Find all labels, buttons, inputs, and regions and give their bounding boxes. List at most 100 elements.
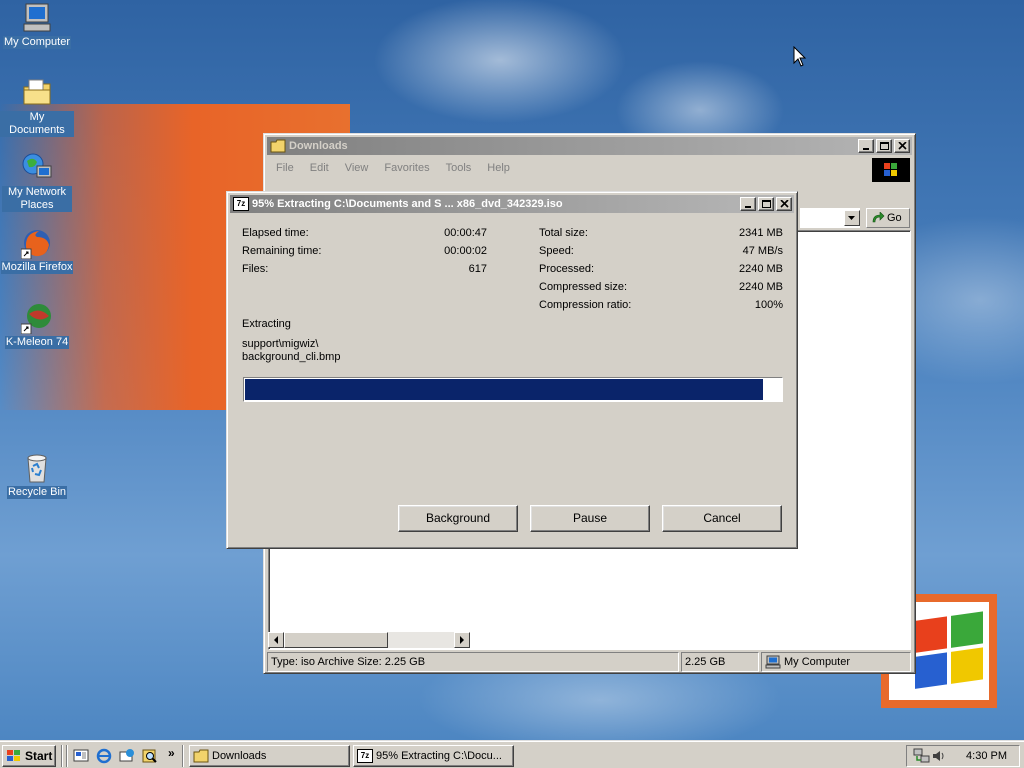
files-value: 617	[468, 263, 487, 275]
address-dropdown-button[interactable]	[844, 210, 860, 226]
taskbar-separator	[182, 745, 184, 767]
operation-label: Extracting	[242, 318, 291, 330]
compressed-size-value: 2240 MB	[738, 281, 783, 293]
speed-label: Speed:	[539, 245, 574, 257]
documents-folder-icon	[21, 77, 53, 109]
desktop-icon-my-network-places[interactable]: My Network Places	[0, 152, 74, 212]
scroll-thumb[interactable]	[284, 632, 388, 648]
compression-ratio-label: Compression ratio:	[539, 299, 632, 311]
scroll-right-icon	[460, 636, 464, 644]
desktop-icon-my-computer[interactable]: My Computer	[0, 2, 74, 49]
taskbar-separator	[61, 745, 63, 767]
my-computer-small-icon	[765, 655, 781, 669]
compression-ratio-value: 100%	[754, 299, 783, 311]
desktop-icon-label: My Computer	[2, 36, 72, 49]
dialog-titlebar[interactable]: 7z 95% Extracting C:\Documents and S ...…	[230, 195, 794, 213]
start-label: Start	[25, 749, 53, 763]
task-button-extracting[interactable]: 7z 95% Extracting C:\Docu...	[353, 745, 514, 767]
menu-view[interactable]: View	[345, 162, 369, 174]
processed-value: 2240 MB	[738, 263, 783, 275]
menu-tools[interactable]: Tools	[446, 162, 472, 174]
total-size-label: Total size:	[539, 227, 588, 239]
cancel-button[interactable]: Cancel	[662, 505, 782, 532]
desktop-icon-label: Recycle Bin	[6, 486, 68, 499]
folder-icon	[270, 139, 286, 153]
extract-progress-dialog[interactable]: 7z 95% Extracting C:\Documents and S ...…	[226, 191, 798, 549]
maximize-button[interactable]	[876, 139, 892, 153]
maximize-icon	[880, 142, 889, 150]
taskbar: Start » Downloads 7z 95% Extracting C:\D…	[0, 740, 1024, 768]
pause-button[interactable]: Pause	[530, 505, 650, 532]
status-size: 2.25 GB	[681, 652, 759, 672]
desktop-icon-label: Mozilla Firefox	[0, 261, 74, 274]
close-button[interactable]	[776, 197, 792, 211]
network-tray-icon[interactable]	[913, 748, 931, 764]
menu-file[interactable]: File	[276, 162, 294, 174]
files-label: Files:	[242, 263, 269, 275]
extraction-progress-bar	[243, 377, 783, 402]
outlook-express-icon[interactable]	[119, 748, 135, 764]
remaining-time-label: Remaining time:	[242, 245, 322, 257]
k-meleon-icon	[20, 302, 53, 335]
processed-label: Processed:	[539, 263, 595, 275]
status-zone: My Computer	[761, 652, 911, 672]
desktop-icon-mozilla-firefox[interactable]: Mozilla Firefox	[0, 227, 74, 274]
current-path: support\migwiz\	[242, 338, 319, 350]
minimize-button[interactable]	[740, 197, 756, 211]
scroll-left-button[interactable]	[268, 632, 284, 648]
desktop-icon-label: My Network Places	[2, 186, 72, 212]
desktop-icon-recycle-bin[interactable]: Recycle Bin	[0, 452, 74, 499]
search-icon[interactable]	[142, 748, 158, 764]
volume-tray-icon[interactable]	[932, 749, 946, 763]
status-type-size: Type: iso Archive Size: 2.25 GB	[267, 652, 679, 672]
current-file: background_cli.bmp	[242, 351, 341, 363]
minimize-icon	[863, 148, 869, 150]
menu-edit[interactable]: Edit	[310, 162, 329, 174]
maximize-button[interactable]	[758, 197, 774, 211]
progress-fill	[245, 379, 763, 400]
7zip-icon: 7z	[357, 749, 373, 763]
maximize-icon	[762, 200, 771, 208]
scroll-left-icon	[274, 636, 278, 644]
desktop-icon-my-documents[interactable]: My Documents	[0, 77, 74, 137]
go-arrow-icon	[872, 212, 885, 223]
clock[interactable]: 4:30 PM	[966, 750, 1007, 762]
minimize-icon	[745, 206, 751, 208]
window-title: Downloads	[289, 140, 348, 152]
start-button[interactable]: Start	[2, 745, 56, 767]
windows-flag-icon	[7, 750, 20, 761]
background-button[interactable]: Background	[398, 505, 518, 532]
quick-launch-more-button[interactable]: »	[168, 746, 175, 760]
explorer-titlebar[interactable]: Downloads	[267, 137, 912, 155]
menu-favorites[interactable]: Favorites	[384, 162, 429, 174]
minimize-button[interactable]	[858, 139, 874, 153]
dialog-title: 95% Extracting C:\Documents and S ... x8…	[252, 198, 563, 210]
system-tray: 4:30 PM	[906, 745, 1020, 767]
scroll-right-button[interactable]	[454, 632, 470, 648]
chevron-down-icon	[848, 216, 855, 220]
folder-icon	[193, 749, 209, 763]
show-desktop-icon[interactable]	[73, 748, 89, 764]
task-label: 95% Extracting C:\Docu...	[376, 750, 502, 762]
7zip-icon: 7z	[233, 197, 249, 211]
remaining-time-value: 00:00:02	[444, 245, 487, 257]
desktop-icon-k-meleon[interactable]: K-Meleon 74	[0, 302, 74, 349]
close-icon	[780, 200, 789, 208]
internet-explorer-icon[interactable]	[96, 748, 112, 764]
windows-flag-icon	[915, 611, 985, 691]
menu-help[interactable]: Help	[487, 162, 510, 174]
task-button-downloads[interactable]: Downloads	[189, 745, 350, 767]
go-label: Go	[887, 212, 902, 224]
status-bar: Type: iso Archive Size: 2.25 GB 2.25 GB …	[267, 652, 912, 672]
total-size-value: 2341 MB	[738, 227, 783, 239]
recycle-bin-icon	[21, 452, 53, 484]
elapsed-time-value: 00:00:47	[444, 227, 487, 239]
close-icon	[898, 142, 907, 150]
close-button[interactable]	[894, 139, 910, 153]
firefox-icon	[20, 227, 53, 260]
go-button[interactable]: Go	[866, 208, 910, 228]
horizontal-scrollbar[interactable]	[268, 632, 470, 648]
task-label: Downloads	[212, 750, 267, 762]
desktop-icon-label: K-Meleon 74	[4, 336, 70, 349]
mouse-cursor-icon	[793, 46, 807, 67]
